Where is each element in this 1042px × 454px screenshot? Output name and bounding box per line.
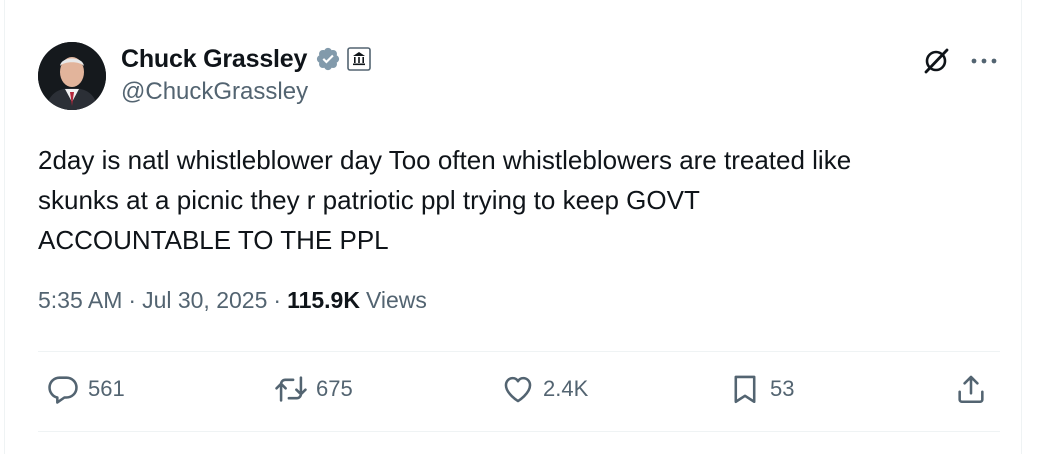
reply-count: 561 <box>88 376 125 401</box>
avatar-image <box>38 42 106 110</box>
repost-icon <box>275 376 307 402</box>
reply-button[interactable]: 561 <box>46 372 125 406</box>
bookmark-icon <box>734 375 756 404</box>
views-count[interactable]: 115.9K <box>287 287 360 314</box>
divider-bottom <box>38 431 1000 432</box>
grok-icon[interactable] <box>921 46 951 76</box>
bookmark-count: 53 <box>770 376 795 401</box>
repost-button[interactable]: 675 <box>274 372 353 406</box>
meta-separator-2: · <box>273 287 282 313</box>
avatar[interactable] <box>38 42 106 110</box>
reply-icon <box>48 376 78 404</box>
tweet-card: Chuck Grassley @ChuckGrassley 2day is na… <box>4 0 1022 454</box>
tweet-date[interactable]: Jul 30, 2025 <box>142 287 267 314</box>
views-label[interactable]: Views <box>366 287 427 314</box>
more-icon[interactable] <box>967 46 1001 76</box>
share-icon <box>958 375 984 404</box>
tweet-text: 2day is natl whistleblower day Too often… <box>38 145 852 255</box>
tweet-meta: 5:35 AM · Jul 30, 2025 · 115.9K Views <box>38 287 427 314</box>
like-count: 2.4K <box>543 376 589 401</box>
repost-count: 675 <box>316 376 353 401</box>
verified-badge-icon[interactable] <box>315 46 341 72</box>
heart-icon <box>504 376 532 403</box>
like-button[interactable]: 2.4K <box>501 372 588 406</box>
tweet-time[interactable]: 5:35 AM <box>38 287 122 314</box>
meta-separator: · <box>128 287 137 313</box>
author-name[interactable]: Chuck Grassley <box>121 45 307 74</box>
government-building-icon[interactable] <box>347 47 372 71</box>
author-row: Chuck Grassley <box>121 42 372 76</box>
action-bar: 561 675 2.4K 53 <box>38 352 1000 430</box>
bookmark-button[interactable]: 53 <box>728 372 794 406</box>
share-button[interactable] <box>954 372 988 406</box>
author-handle[interactable]: @ChuckGrassley <box>121 78 308 106</box>
